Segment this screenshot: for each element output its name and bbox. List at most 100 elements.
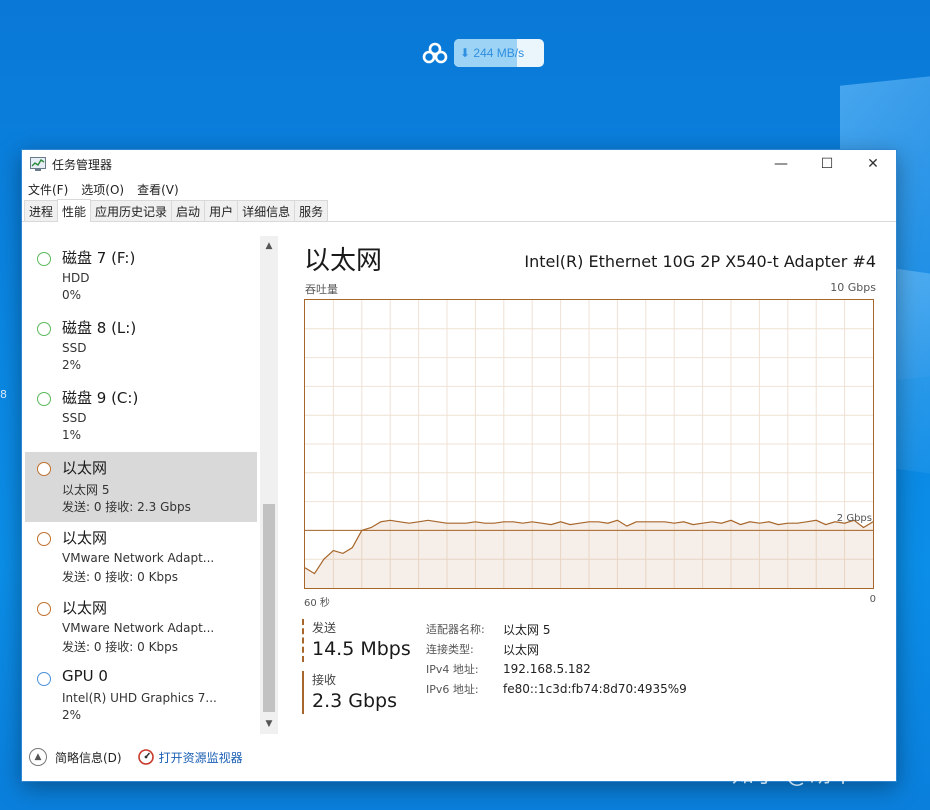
sidebar-item-ethernet-5[interactable]: 以太网 以太网 5 发送: 0 接收: 2.3 Gbps xyxy=(25,452,257,522)
status-circle-icon xyxy=(37,322,51,336)
receive-stat: 接收 2.3 Gbps xyxy=(302,671,397,714)
send-label: 发送 xyxy=(312,621,337,635)
sidebar-scrollbar[interactable]: ▲ ▼ xyxy=(260,236,278,734)
desktop-icon-label: 8 xyxy=(0,388,7,401)
tab-services[interactable]: 服务 xyxy=(294,200,329,221)
performance-sidebar: 磁盘 7 (F:) HDD 0% 磁盘 8 (L:) SSD 2% 磁盘 9 (… xyxy=(22,236,278,731)
tab-startup[interactable]: 启动 xyxy=(171,200,206,221)
receive-series-area xyxy=(305,520,873,588)
info-row-adapter-name: 适配器名称: 以太网 5 xyxy=(426,619,687,639)
sidebar-item-name: GPU 0 xyxy=(62,667,108,685)
tab-users[interactable]: 用户 xyxy=(204,200,239,221)
sidebar-item-ethernet-vmware-2[interactable]: 以太网 VMware Network Adapt... 发送: 0 接收: 0 … xyxy=(25,592,257,662)
sidebar-item-disk-9[interactable]: 磁盘 9 (C:) SSD 1% xyxy=(25,382,257,452)
menu-view[interactable]: 查看(V) xyxy=(137,181,179,198)
open-resource-monitor-link[interactable]: 打开资源监视器 xyxy=(159,749,243,766)
tab-bar: 进程 性能 应用历史记录 启动 用户 详细信息 服务 xyxy=(22,199,896,222)
sidebar-item-value: 0% xyxy=(62,288,82,302)
sidebar-item-name: 磁盘 9 (C:) xyxy=(62,389,139,407)
fewer-details-button[interactable]: 简略信息(D) xyxy=(55,749,122,766)
download-speed-pill: ⬇ 244 MB/s xyxy=(454,39,544,67)
scroll-thumb[interactable] xyxy=(263,504,275,712)
cloud-logo-icon xyxy=(422,42,448,64)
tab-processes[interactable]: 进程 xyxy=(24,200,59,221)
status-circle-icon xyxy=(37,602,51,616)
info-row-ipv6: IPv6 地址: fe80::1c3d:fb74:8d70:4935%9 xyxy=(426,679,687,699)
status-circle-icon xyxy=(37,462,51,476)
sidebar-item-name: 磁盘 8 (L:) xyxy=(62,319,137,337)
footer-bar: ▲ 简略信息(D) 打开资源监视器 xyxy=(29,748,243,766)
throughput-max-label: 10 Gbps xyxy=(830,281,876,294)
watermark-text: 知乎 @胡十一 xyxy=(732,763,878,788)
receive-value: 2.3 Gbps xyxy=(312,690,397,712)
sidebar-item-type: Intel(R) UHD Graphics 7... xyxy=(62,691,217,705)
scroll-down-arrow-icon[interactable]: ▼ xyxy=(260,716,278,732)
close-button[interactable]: ✕ xyxy=(850,150,896,178)
info-value: 192.168.5.182 xyxy=(503,662,591,676)
info-row-ipv4: IPv4 地址: 192.168.5.182 xyxy=(426,659,687,679)
tab-details[interactable]: 详细信息 xyxy=(237,200,296,221)
info-row-connection-type: 连接类型: 以太网 xyxy=(426,639,687,659)
sidebar-item-type: VMware Network Adapt... xyxy=(62,621,215,635)
page-title: 以太网 xyxy=(304,246,383,276)
x-axis-end-label: 0 xyxy=(869,594,876,605)
sidebar-item-value: 发送: 0 接收: 0 Kbps xyxy=(62,640,178,654)
download-speed-widget[interactable]: ⬇ 244 MB/s xyxy=(422,38,544,68)
sidebar-item-name: 以太网 xyxy=(62,599,108,617)
sidebar-item-type: 以太网 5 xyxy=(62,483,110,497)
sidebar-item-type: HDD xyxy=(62,271,90,285)
sidebar-item-type: SSD xyxy=(62,341,87,355)
status-circle-icon xyxy=(37,392,51,406)
status-circle-icon xyxy=(37,672,51,686)
sidebar-item-value: 发送: 0 接收: 2.3 Gbps xyxy=(62,500,191,514)
sidebar-item-value: 2% xyxy=(62,358,82,372)
title-bar[interactable]: 任务管理器 — ☐ ✕ xyxy=(22,150,896,178)
info-key: 适配器名称: xyxy=(426,623,485,636)
throughput-graph xyxy=(304,299,874,589)
window-title: 任务管理器 xyxy=(52,157,113,172)
sidebar-item-type: VMware Network Adapt... xyxy=(62,551,215,565)
throughput-label: 吞吐量 xyxy=(305,283,338,296)
menu-file[interactable]: 文件(F) xyxy=(28,181,68,198)
send-stat: 发送 14.5 Mbps xyxy=(302,619,411,662)
resource-monitor-icon xyxy=(137,749,154,765)
info-value: 以太网 5 xyxy=(503,622,551,637)
info-value: 以太网 xyxy=(503,642,540,657)
info-key: IPv4 地址: xyxy=(426,663,479,676)
scroll-up-arrow-icon[interactable]: ▲ xyxy=(260,238,278,254)
x-axis-start-label: 60 秒 xyxy=(304,598,330,609)
maximize-button[interactable]: ☐ xyxy=(804,150,850,178)
receive-label: 接收 xyxy=(312,673,337,687)
info-value: fe80::1c3d:fb74:8d70:4935%9 xyxy=(503,682,687,696)
adapter-info: 适配器名称: 以太网 5 连接类型: 以太网 IPv4 地址: 192.168.… xyxy=(426,619,687,699)
sidebar-item-disk-7[interactable]: 磁盘 7 (F:) HDD 0% xyxy=(25,242,257,312)
sidebar-item-name: 以太网 xyxy=(62,529,108,547)
throughput-chart-svg xyxy=(305,300,873,588)
menu-bar: 文件(F) 选项(O) 查看(V) xyxy=(22,178,896,200)
info-key: IPv6 地址: xyxy=(426,683,479,696)
minimize-button[interactable]: — xyxy=(758,150,804,178)
adapter-name: Intel(R) Ethernet 10G 2P X540-t Adapter … xyxy=(524,252,876,271)
sidebar-item-gpu-0[interactable]: GPU 0 Intel(R) UHD Graphics 7... 2% xyxy=(25,662,257,731)
send-value: 14.5 Mbps xyxy=(312,638,411,660)
tab-performance[interactable]: 性能 xyxy=(57,199,92,222)
sidebar-item-value: 1% xyxy=(62,428,82,442)
reference-line-label: 2 Gbps xyxy=(836,513,872,524)
menu-options[interactable]: 选项(O) xyxy=(81,181,124,198)
status-circle-icon xyxy=(37,532,51,546)
tab-app-history[interactable]: 应用历史记录 xyxy=(90,200,173,221)
download-speed-text: ⬇ 244 MB/s xyxy=(460,46,525,60)
sidebar-item-value: 2% xyxy=(62,708,82,722)
sidebar-item-name: 以太网 xyxy=(62,459,108,477)
sidebar-item-name: 磁盘 7 (F:) xyxy=(62,249,136,267)
task-manager-window: 任务管理器 — ☐ ✕ 文件(F) 选项(O) 查看(V) 进程 性能 应用历史… xyxy=(21,149,897,782)
task-manager-icon xyxy=(30,157,46,171)
ethernet-detail-pane: 以太网 Intel(R) Ethernet 10G 2P X540-t Adap… xyxy=(302,236,876,736)
sidebar-item-type: SSD xyxy=(62,411,87,425)
status-circle-icon xyxy=(37,252,51,266)
info-key: 连接类型: xyxy=(426,643,474,656)
sidebar-item-disk-8[interactable]: 磁盘 8 (L:) SSD 2% xyxy=(25,312,257,382)
sidebar-item-value: 发送: 0 接收: 0 Kbps xyxy=(62,570,178,584)
collapse-chevron-icon[interactable]: ▲ xyxy=(29,748,47,766)
sidebar-item-ethernet-vmware-1[interactable]: 以太网 VMware Network Adapt... 发送: 0 接收: 0 … xyxy=(25,522,257,592)
